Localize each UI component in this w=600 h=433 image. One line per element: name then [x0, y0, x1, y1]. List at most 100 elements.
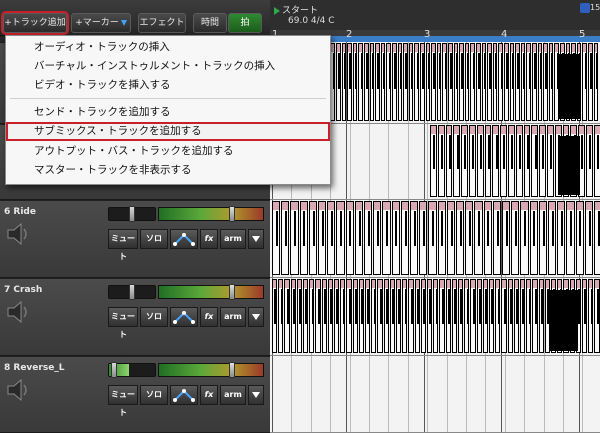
audio-event[interactable] — [495, 279, 501, 353]
audio-event[interactable] — [502, 201, 511, 275]
audio-event[interactable] — [484, 125, 492, 197]
audio-event[interactable] — [365, 279, 371, 353]
menu-item-insert-video-track[interactable]: ビデオ・トラックを挿入する — [6, 76, 330, 95]
audio-event[interactable] — [538, 201, 547, 275]
audio-event[interactable] — [437, 125, 445, 197]
audio-event[interactable] — [439, 279, 445, 353]
audio-event[interactable] — [531, 125, 539, 197]
audio-event[interactable] — [476, 125, 484, 197]
audio-event[interactable] — [369, 43, 375, 121]
add-marker-button[interactable]: +マーカー — [71, 13, 131, 33]
pan-slider[interactable] — [108, 362, 156, 378]
menu-item-add-output-bus-track[interactable]: アウトプット・バス・トラックを追加する — [6, 142, 330, 161]
audio-event[interactable] — [504, 43, 509, 121]
audio-event[interactable] — [508, 125, 515, 197]
audio-event[interactable] — [272, 279, 278, 353]
audio-event[interactable] — [391, 201, 400, 275]
audio-event[interactable] — [500, 125, 507, 197]
audio-event[interactable] — [278, 279, 284, 353]
audio-event[interactable] — [529, 201, 538, 275]
automation-button[interactable] — [170, 307, 198, 327]
audio-event[interactable] — [408, 279, 414, 353]
arm-button[interactable]: arm — [220, 307, 246, 327]
audio-event[interactable] — [382, 201, 391, 275]
audio-event[interactable] — [492, 125, 500, 197]
audio-event[interactable] — [410, 201, 419, 275]
audio-event[interactable] — [469, 125, 476, 197]
audio-event[interactable] — [538, 279, 544, 353]
audio-event[interactable] — [290, 201, 299, 275]
track-header-reverse-l[interactable]: 8 Reverse_L ミュート ソロ fx arm — [0, 356, 270, 433]
audio-event[interactable] — [345, 201, 354, 275]
automation-button[interactable] — [170, 229, 198, 249]
audio-event[interactable] — [593, 43, 599, 121]
audio-event[interactable] — [299, 201, 308, 275]
audio-event[interactable] — [396, 279, 402, 353]
solo-button[interactable]: ソロ — [140, 385, 168, 405]
automation-button[interactable] — [170, 385, 198, 405]
pan-knob[interactable] — [111, 362, 117, 378]
audio-event[interactable] — [334, 279, 340, 353]
fx-button[interactable]: fx — [200, 229, 218, 249]
audio-event[interactable] — [520, 201, 529, 275]
audio-event[interactable] — [303, 279, 309, 353]
audio-event[interactable] — [373, 201, 382, 275]
audio-event[interactable] — [436, 43, 442, 121]
audio-event[interactable] — [515, 125, 523, 197]
audio-event[interactable] — [290, 279, 296, 353]
audio-event[interactable] — [588, 43, 593, 121]
audio-event[interactable] — [461, 125, 468, 197]
audio-event[interactable] — [371, 279, 377, 353]
pan-knob[interactable] — [129, 206, 135, 222]
audio-event[interactable] — [428, 201, 437, 275]
volume-slider[interactable] — [158, 284, 264, 300]
audio-event[interactable] — [341, 43, 347, 121]
audio-event[interactable] — [586, 125, 593, 197]
audio-event[interactable] — [352, 279, 358, 353]
solo-button[interactable]: ソロ — [140, 229, 168, 249]
arm-button[interactable]: arm — [220, 229, 246, 249]
audio-event[interactable] — [507, 279, 513, 353]
clip-lane[interactable] — [270, 356, 600, 433]
audio-event[interactable] — [458, 279, 464, 353]
audio-event[interactable] — [594, 279, 600, 353]
audio-event[interactable] — [557, 201, 566, 275]
audio-event[interactable] — [327, 279, 333, 353]
audio-event[interactable] — [498, 43, 503, 121]
audio-event[interactable] — [537, 43, 543, 121]
audio-event[interactable] — [419, 201, 428, 275]
audio-event[interactable] — [515, 43, 520, 121]
audio-event[interactable] — [520, 279, 526, 353]
audio-event[interactable] — [464, 43, 470, 121]
audio-event[interactable] — [464, 279, 470, 353]
audio-event[interactable] — [397, 43, 403, 121]
audio-event[interactable] — [358, 279, 364, 353]
audio-event[interactable] — [408, 43, 414, 121]
audio-event[interactable] — [492, 201, 501, 275]
audio-event[interactable] — [414, 279, 420, 353]
audio-event[interactable] — [476, 43, 481, 121]
fx-button[interactable]: fx — [200, 307, 218, 327]
audio-event[interactable] — [523, 125, 531, 197]
solo-button[interactable]: ソロ — [140, 307, 168, 327]
audio-event[interactable] — [548, 43, 554, 121]
audio-event[interactable] — [318, 201, 327, 275]
fx-button[interactable]: fx — [200, 385, 218, 405]
audio-event[interactable] — [593, 125, 600, 197]
audio-event[interactable] — [465, 201, 474, 275]
mute-button[interactable]: ミュート — [108, 307, 138, 339]
track-options-button[interactable] — [248, 307, 264, 327]
clip-lane[interactable] — [270, 200, 600, 278]
audio-event[interactable] — [487, 43, 492, 121]
volume-knob[interactable] — [229, 284, 235, 300]
pan-knob[interactable] — [129, 284, 135, 300]
audio-event[interactable] — [375, 43, 380, 121]
arm-button[interactable]: arm — [220, 385, 246, 405]
audio-event[interactable] — [520, 43, 526, 121]
audio-event[interactable] — [327, 201, 336, 275]
volume-slider[interactable] — [158, 362, 264, 378]
audio-event[interactable] — [321, 279, 327, 353]
audio-event[interactable] — [489, 279, 495, 353]
menu-item-add-submix-track[interactable]: サブミックス・トラックを追加する — [6, 122, 330, 141]
track-name[interactable]: 8 Reverse_L — [4, 363, 65, 373]
